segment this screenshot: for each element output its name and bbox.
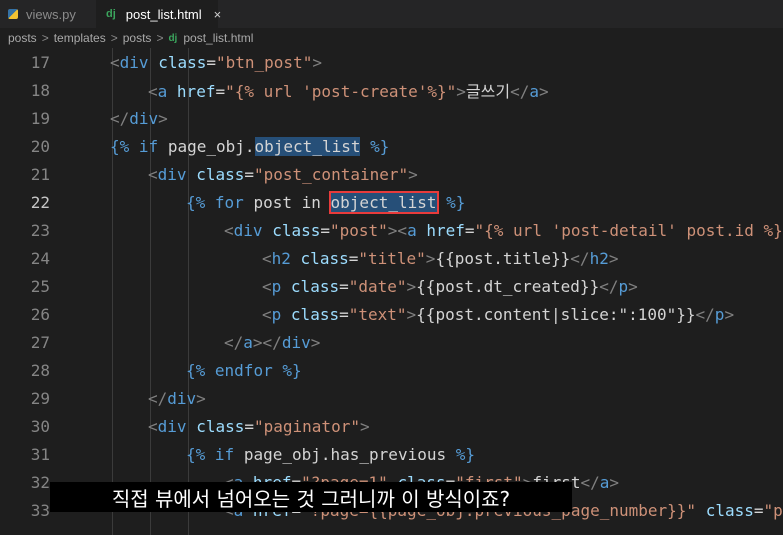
django-file-icon: dj — [168, 32, 178, 44]
line-number: 32 — [30, 472, 50, 492]
code-text: <div class="post"><a href="{% url 'post-… — [224, 220, 783, 240]
chevron-right-icon: > — [41, 31, 49, 45]
code-line: 26 <p class="text">{{post.content|slice:… — [0, 300, 783, 328]
line-number: 26 — [30, 304, 50, 324]
python-file-icon — [8, 9, 18, 19]
tab-post-list-html[interactable]: dj post_list.html × — [96, 0, 221, 28]
code-text: {% if page_obj.has_previous %} — [186, 444, 476, 464]
code-line: 31 {% if page_obj.has_previous %} — [0, 440, 783, 468]
code-editor[interactable]: 17 <div class="btn_post"> 18 <a href="{%… — [0, 48, 783, 535]
code-line-current: 22 {% for post in object_list %} — [0, 188, 783, 216]
code-line: 19 </div> — [0, 104, 783, 132]
code-text: <div class="post_container"> — [148, 164, 418, 184]
code-line: 21 <div class="post_container"> — [0, 160, 783, 188]
code-text: {% endfor %} — [186, 360, 302, 380]
line-number: 24 — [30, 248, 50, 268]
code-text: <a href="{% url 'post-create'%}">글쓰기</a> — [148, 82, 549, 101]
code-text: <p class="text">{{post.content|slice:":1… — [262, 304, 735, 324]
breadcrumb-item[interactable]: templates — [54, 31, 106, 45]
breadcrumb: posts > templates > posts > dj post_list… — [0, 28, 783, 48]
close-icon[interactable]: × — [214, 7, 222, 22]
breadcrumb-item[interactable]: posts — [123, 31, 152, 45]
code-text: <h2 class="title">{{post.title}}</h2> — [262, 248, 619, 268]
code-line: 28 {% endfor %} — [0, 356, 783, 384]
line-number: 33 — [30, 500, 50, 520]
code-line: 30 <div class="paginator"> — [0, 412, 783, 440]
chevron-right-icon: > — [110, 31, 118, 45]
code-line: 23 <div class="post"><a href="{% url 'po… — [0, 216, 783, 244]
line-number: 25 — [30, 276, 50, 296]
code-text: </div> — [148, 388, 206, 408]
tab-bar: views.py dj post_list.html × — [0, 0, 783, 28]
tab-label: views.py — [26, 6, 76, 22]
code-line: 24 <h2 class="title">{{post.title}}</h2> — [0, 244, 783, 272]
breadcrumb-item[interactable]: post_list.html — [183, 31, 253, 45]
line-number: 19 — [30, 108, 50, 128]
line-number: 23 — [30, 220, 50, 240]
code-line: 29 </div> — [0, 384, 783, 412]
line-number: 27 — [30, 332, 50, 352]
code-text: <div class="paginator"> — [148, 416, 370, 436]
code-text: </a></div> — [224, 332, 321, 352]
line-number: 17 — [30, 52, 50, 72]
tab-views-py[interactable]: views.py — [0, 0, 96, 28]
line-number: 21 — [30, 164, 50, 184]
breadcrumb-item[interactable]: posts — [8, 31, 37, 45]
tab-label: post_list.html — [125, 6, 202, 22]
code-text: <p class="date">{{post.dt_created}}</p> — [262, 276, 638, 296]
line-number: 31 — [30, 444, 50, 464]
chevron-right-icon: > — [156, 31, 164, 45]
code-line: 18 <a href="{% url 'post-create'%}">글쓰기<… — [0, 76, 783, 104]
line-number: 29 — [30, 388, 50, 408]
code-line: 25 <p class="date">{{post.dt_created}}</… — [0, 272, 783, 300]
video-subtitle: 직접 뷰에서 넘어오는 것 그러니까 이 방식이죠? — [50, 482, 572, 512]
code-text: </div> — [110, 108, 168, 128]
line-number: 30 — [30, 416, 50, 436]
code-line: 20 {% if page_obj.object_list %} — [0, 132, 783, 160]
code-text: <div class="btn_post"> — [110, 52, 322, 72]
code-line: 17 <div class="btn_post"> — [0, 48, 783, 76]
code-text: {% if page_obj.object_list %} — [110, 136, 390, 156]
django-file-icon: dj — [106, 8, 116, 20]
code-text: {% for post in object_list %} — [186, 190, 466, 214]
code-line: 27 </a></div> — [0, 328, 783, 356]
line-number: 20 — [30, 136, 50, 156]
line-number: 28 — [30, 360, 50, 380]
highlighted-selection: object_list — [328, 190, 439, 214]
line-number: 22 — [30, 192, 50, 212]
line-number: 18 — [30, 80, 50, 100]
